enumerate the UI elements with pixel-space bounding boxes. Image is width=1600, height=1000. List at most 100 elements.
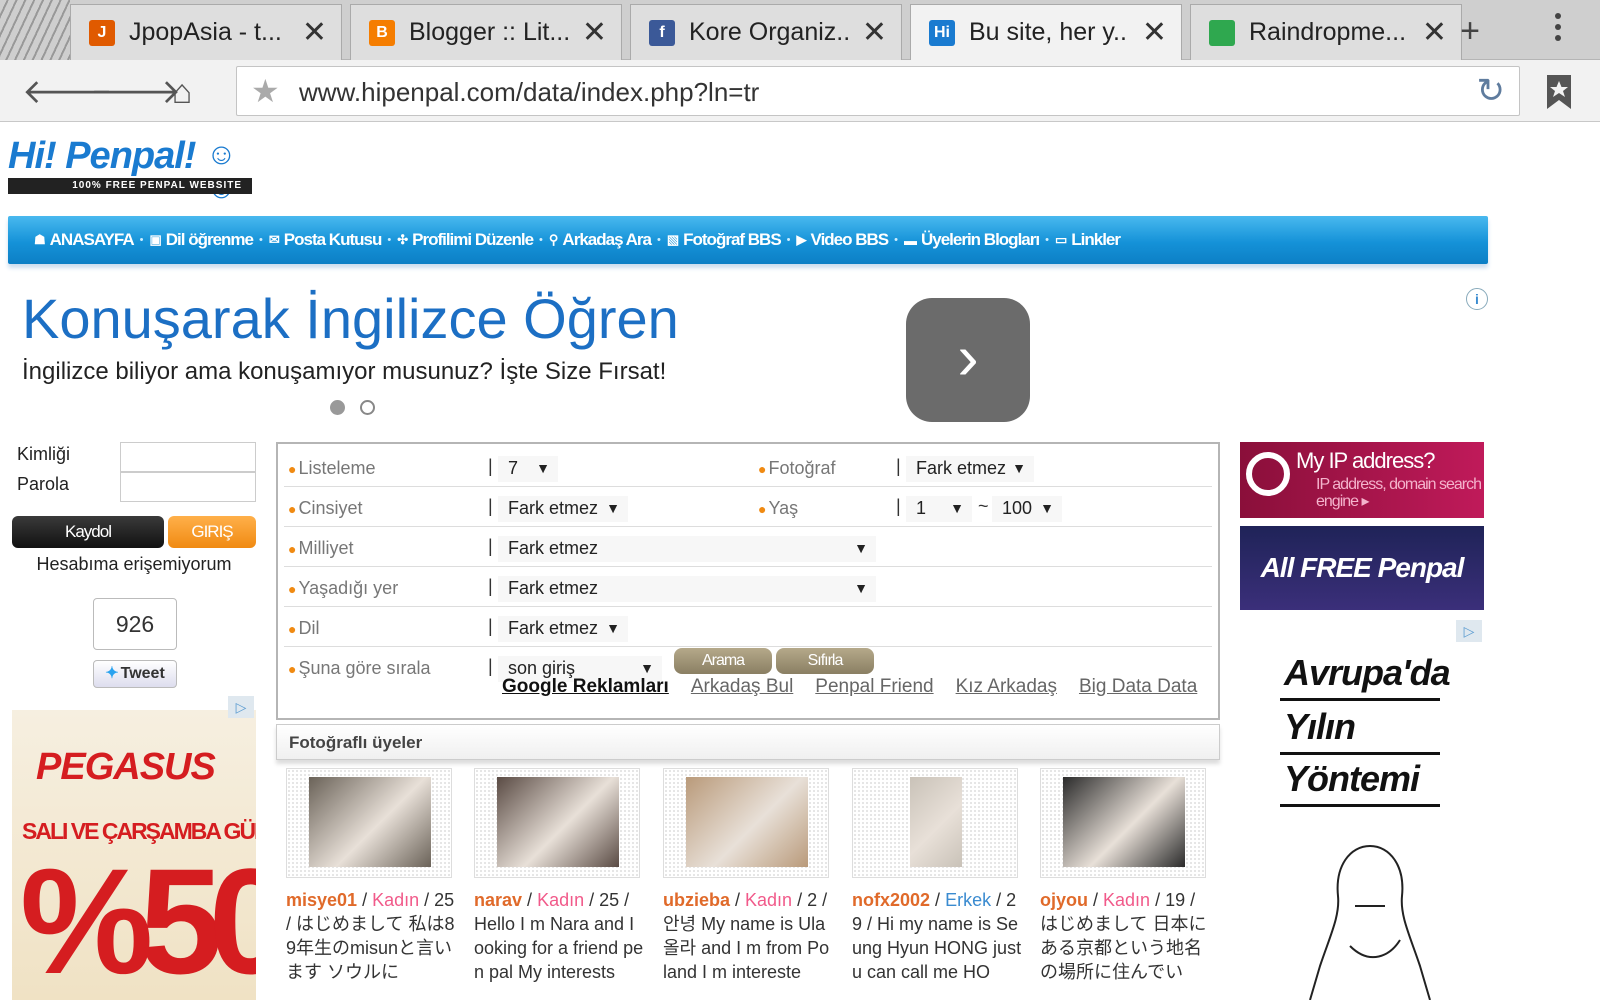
ad-dot-1[interactable] [330, 400, 345, 415]
ad-info-icon[interactable]: i [1466, 288, 1488, 310]
home-icon[interactable]: ⌂ [160, 70, 204, 114]
close-icon[interactable]: ✕ [862, 17, 887, 48]
ip-ad-title: My IP address? [1296, 448, 1435, 473]
menu-item-label: Üyelerin Blogları [920, 230, 1040, 249]
search-form: ● Listeleme | 7 ▼ ● Fotoğraf | Fark etmez ▼ … [276, 442, 1220, 720]
tab-title: Bu site, her y... [969, 18, 1128, 46]
browser-tab[interactable]: B Blogger :: Lit... ✕ [350, 4, 622, 60]
close-icon[interactable]: ✕ [302, 17, 327, 48]
adchoices-icon[interactable]: ▷ [228, 696, 254, 718]
login-button[interactable]: GIRIŞ [168, 516, 256, 548]
member-name[interactable]: ubzieba [663, 890, 730, 910]
member-card[interactable]: ubzieba / Kadın / 2 / 안녕 My name is Ula … [663, 768, 835, 988]
member-name[interactable]: ojyou [1040, 890, 1088, 910]
photo-members-heading: Fotoğraflı üyeler [276, 724, 1220, 760]
new-tab-button[interactable]: + [1440, 8, 1500, 54]
adchoices-icon-right[interactable]: ▷ [1456, 620, 1482, 642]
menu-separator: • [539, 234, 543, 246]
ad-dot-2[interactable] [360, 400, 375, 415]
hipenpal-icon: Hi [929, 19, 955, 46]
tab-title: Kore Organiz... [689, 18, 848, 46]
member-name[interactable]: nofx2002 [852, 890, 930, 910]
menu-item[interactable]: ⚲ Arkadaş Ara [549, 230, 652, 250]
member-photo[interactable] [474, 768, 640, 878]
menu-item-label: Profilimi Düzenle [412, 230, 534, 249]
address-bar[interactable]: ★ www.hipenpal.com/data/index.php?ln=tr … [236, 66, 1520, 116]
free-penpal-ad[interactable]: All FREE Penpal [1240, 526, 1484, 610]
reset-button[interactable]: Sıfırla [776, 648, 874, 674]
id-input[interactable] [120, 442, 256, 472]
site-logo[interactable]: Hi! Penpal! ☺☺ 100% FREE PENPAL WEBSITE [8, 136, 252, 205]
menu-item-label: ANASAYFA [49, 230, 135, 249]
age-min-select[interactable]: 1 ▼ [906, 496, 972, 522]
pegasus-ad[interactable]: PEGASUS SALI VE ÇARŞAMBA GÜNLERİ %50 [12, 710, 256, 1000]
photo-label: ● Fotoğraf [758, 458, 836, 478]
menu-item[interactable]: ▬ Üyelerin Blogları [904, 230, 1040, 250]
member-photo-image [686, 777, 808, 867]
member-name[interactable]: narav [474, 890, 522, 910]
close-icon[interactable]: ✕ [1142, 17, 1167, 48]
my-ip-ad[interactable]: My IP address? IP address, domain search… [1240, 442, 1484, 518]
language-select[interactable]: Fark etmez ▼ [498, 616, 628, 642]
bookmarks-icon[interactable] [1542, 72, 1576, 112]
ad-link[interactable]: Kız Arkadaş [956, 676, 1057, 698]
register-button[interactable]: Kaydol [12, 516, 164, 548]
nationality-label: ● Milliyet [288, 538, 354, 558]
search-button[interactable]: Arama [674, 648, 772, 674]
forward-arrow-icon[interactable]: 🡒 [90, 70, 181, 114]
ad-link[interactable]: Big Data Data [1079, 676, 1197, 698]
ad-banner-description[interactable]: İngilizce biliyor ama konuşamıyor musunu… [22, 358, 666, 386]
gender-select[interactable]: Fark etmez ▼ [498, 496, 628, 522]
menu-item[interactable]: ▭ Linkler [1054, 230, 1121, 250]
forgot-account-link[interactable]: Hesabıma erişemiyorum [12, 554, 256, 575]
ad-link[interactable]: Penpal Friend [815, 676, 933, 698]
tweet-button[interactable]: ✦ Tweet [93, 660, 177, 688]
browser-menu-icon[interactable] [1548, 10, 1568, 50]
europe-ad-line-1 [1280, 698, 1440, 701]
ad-banner-title[interactable]: Konuşarak İngilizce Öğren [22, 286, 679, 351]
pegasus-brand: PEGASUS [36, 746, 216, 788]
ad-carousel-dots[interactable] [330, 400, 390, 415]
member-name[interactable]: misye01 [286, 890, 357, 910]
europe-ad[interactable]: Avrupa'da Yılın Yöntemi [1240, 618, 1484, 1000]
listing-select[interactable]: 7 ▼ [498, 456, 558, 482]
close-icon[interactable]: ✕ [582, 17, 607, 48]
browser-tab[interactable]: Raindropme... ✕ [1190, 4, 1462, 60]
member-gender: Kadın [372, 890, 420, 910]
reload-icon[interactable]: ↻ [1477, 72, 1506, 110]
ad-next-arrow-icon[interactable]: › [906, 298, 1030, 422]
member-card[interactable]: misye01 / Kadın / 25 / はじめまして 私は89年生のmis… [286, 768, 458, 988]
member-photo[interactable] [852, 768, 1018, 878]
member-photo[interactable] [286, 768, 452, 878]
listing-label: ● Listeleme [288, 458, 376, 478]
age-max-select[interactable]: 100 ▼ [992, 496, 1062, 522]
url-text[interactable]: www.hipenpal.com/data/index.php?ln=tr [299, 77, 759, 108]
nationality-select[interactable]: Fark etmez ▼ [498, 536, 876, 562]
links-icon: ▭ [1054, 232, 1067, 247]
ad-link[interactable]: Arkadaş Bul [691, 676, 793, 698]
browser-tab[interactable]: Hi Bu site, her y... ✕ [910, 4, 1182, 60]
member-photo[interactable] [1040, 768, 1206, 878]
tab-strip-overflow [0, 0, 70, 60]
password-input[interactable] [120, 472, 256, 502]
menu-item[interactable]: ▣ Dil öğrenme [149, 230, 254, 250]
back-arrow-icon[interactable]: 🡐 [22, 70, 113, 114]
star-icon[interactable]: ★ [251, 73, 280, 109]
menu-item[interactable]: ☗ ANASAYFA [34, 230, 135, 250]
member-card[interactable]: ojyou / Kadın / 19 / はじめまして 日本にある京都という地名… [1040, 768, 1212, 988]
tab-title: Raindropme... [1249, 18, 1407, 46]
photo-select[interactable]: Fark etmez ▼ [906, 456, 1034, 482]
google-ads-link[interactable]: Google Reklamları [502, 676, 669, 698]
member-card[interactable]: nofx2002 / Erkek / 29 / Hi my name is Se… [852, 768, 1024, 988]
browser-tab[interactable]: J JpopAsia - t... ✕ [70, 4, 342, 60]
residence-select[interactable]: Fark etmez ▼ [498, 576, 876, 602]
menu-separator: • [1045, 234, 1049, 246]
member-info: misye01 / Kadın / 25 / はじめまして 私は89年生のmis… [286, 890, 455, 982]
menu-item[interactable]: ✉ Posta Kutusu [269, 230, 382, 250]
menu-item[interactable]: ▧ Fotoğraf BBS [667, 230, 782, 250]
member-card[interactable]: narav / Kadın / 25 / Hello I m Nara and … [474, 768, 646, 988]
member-photo[interactable] [663, 768, 829, 878]
browser-tab[interactable]: f Kore Organiz... ✕ [630, 4, 902, 60]
menu-item[interactable]: ✣ Profilimi Düzenle [397, 230, 534, 250]
menu-item[interactable]: ▶ Video BBS [797, 230, 890, 250]
